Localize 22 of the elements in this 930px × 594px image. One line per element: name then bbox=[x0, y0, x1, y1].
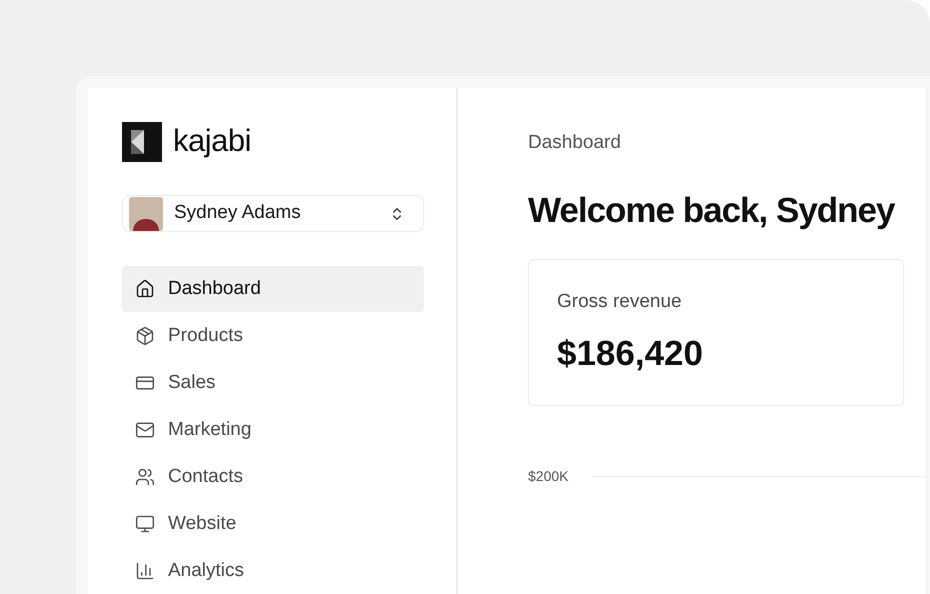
account-switcher[interactable]: Sydney Adams bbox=[122, 195, 424, 232]
nav-item[interactable]: Website bbox=[122, 501, 424, 547]
avatar-placeholder bbox=[129, 196, 163, 230]
monitor-icon bbox=[135, 514, 155, 534]
axis-tick-label: $200K bbox=[528, 467, 568, 486]
people-icon bbox=[135, 467, 155, 487]
card-label: Gross revenue bbox=[557, 290, 683, 314]
nav-item[interactable]: Marketing bbox=[122, 407, 424, 453]
revenue-value: $186,420 bbox=[557, 334, 704, 374]
house-icon bbox=[135, 279, 155, 299]
envelope-icon bbox=[135, 420, 155, 440]
box-icon bbox=[135, 326, 155, 346]
nav-item[interactable]: Dashboard bbox=[122, 266, 424, 312]
page-heading: Welcome back, Sydney bbox=[528, 190, 896, 232]
breadcrumb: Dashboard bbox=[528, 131, 622, 155]
nav-item[interactable]: Products bbox=[122, 313, 424, 359]
brand-name: kajabi bbox=[173, 124, 251, 160]
nav-item[interactable]: Sales bbox=[122, 360, 424, 406]
nav-item[interactable]: Contacts bbox=[122, 454, 424, 500]
nav-item[interactable]: Analytics bbox=[122, 548, 424, 594]
bar-chart-icon bbox=[135, 561, 155, 581]
logo-icon bbox=[122, 122, 162, 162]
